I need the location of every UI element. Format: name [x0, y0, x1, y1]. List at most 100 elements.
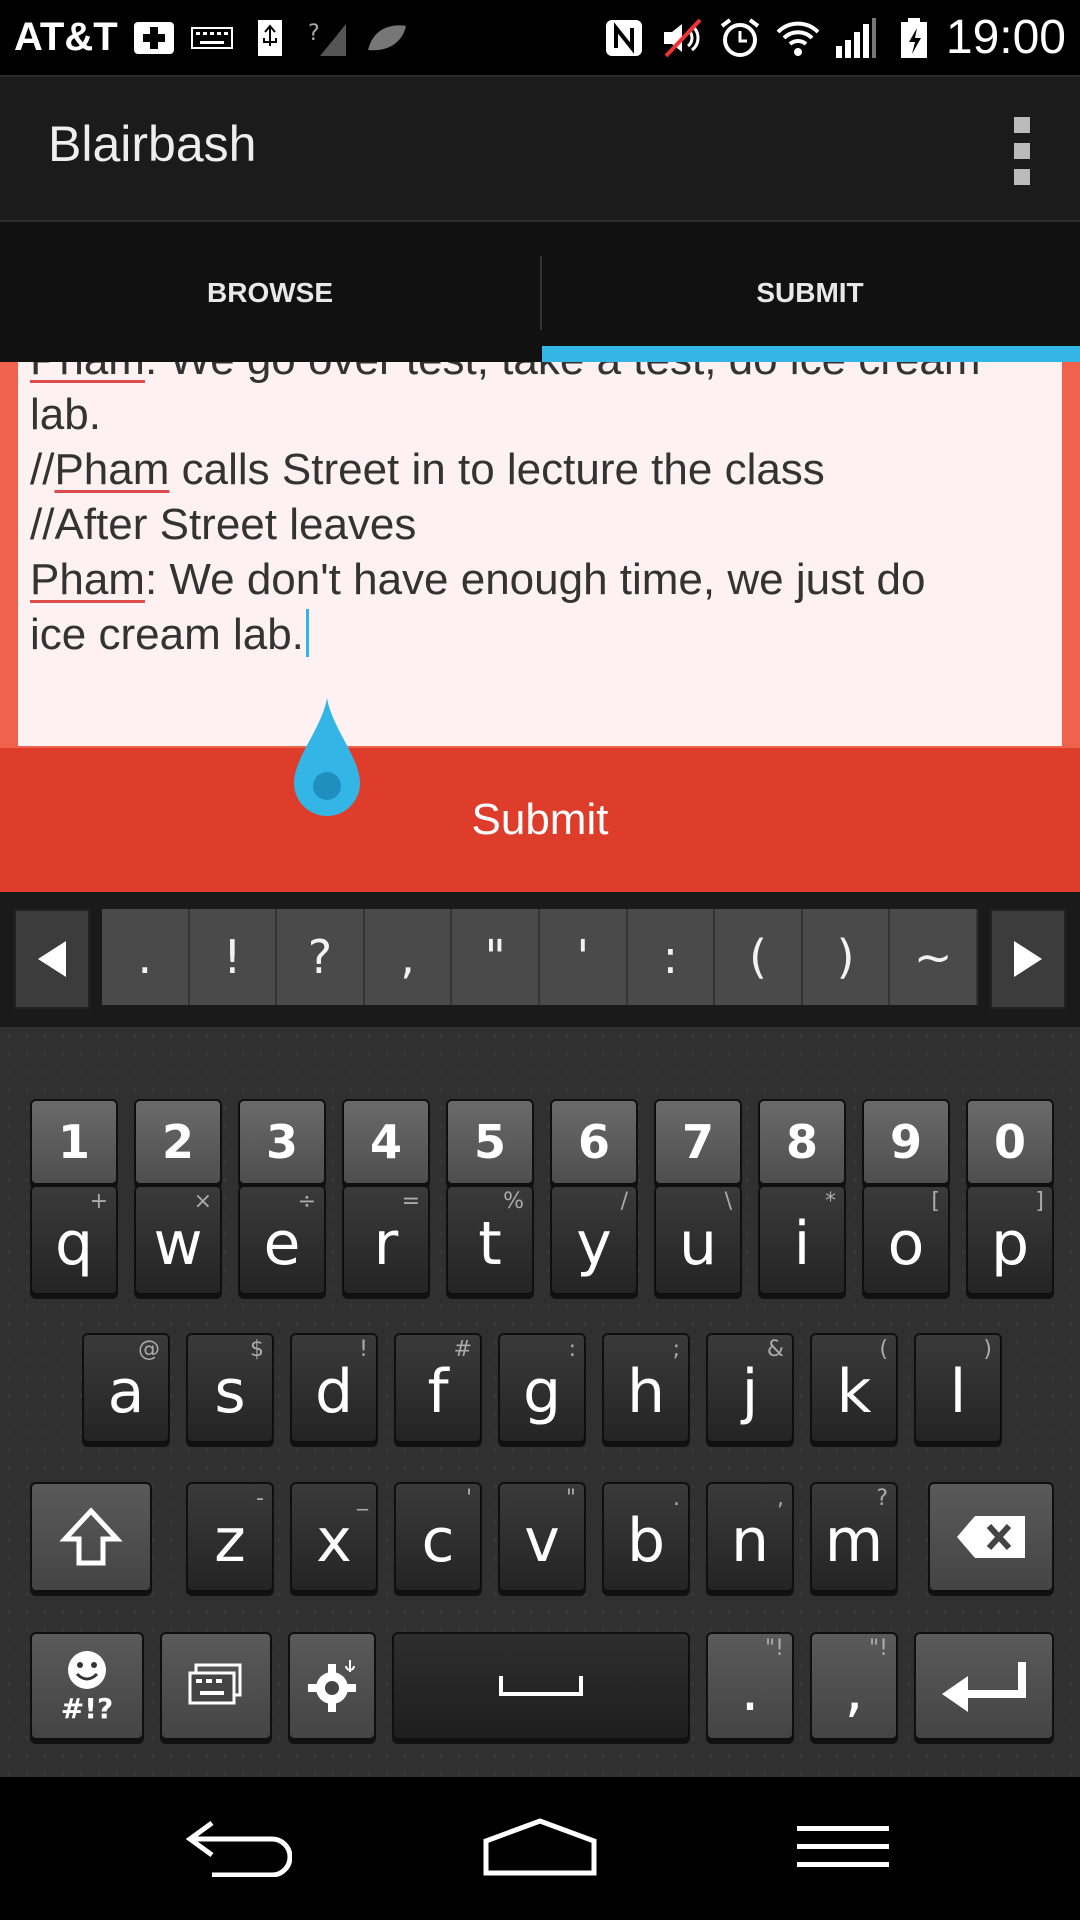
alt-character: "! [765, 1636, 784, 1661]
alt-character: $ [250, 1337, 264, 1362]
alt-character: = [401, 1189, 420, 1214]
alt-character: [ [931, 1189, 940, 1214]
editor-line: Pham: We go over test, take a test, do i… [30, 362, 1050, 387]
key-j[interactable]: & j [706, 1333, 794, 1443]
alt-character: / [620, 1189, 628, 1214]
key-g[interactable]: :g [498, 1333, 586, 1443]
emoji-symbols-key[interactable]: #!? [30, 1632, 144, 1740]
svg-text:?: ? [308, 21, 320, 46]
key-f[interactable]: # f [394, 1333, 482, 1443]
keyboard-switch-key[interactable] [160, 1632, 272, 1740]
number-key-0[interactable]: 0 [966, 1099, 1054, 1185]
key-o[interactable]: [o [862, 1185, 950, 1295]
comma-key[interactable]: "!, [810, 1632, 898, 1740]
key-d[interactable]: ! d [290, 1333, 378, 1443]
carrier-label: AT&T [14, 15, 118, 59]
key-m[interactable]: ? m [810, 1482, 898, 1592]
misspelled-word: Pham [54, 445, 170, 494]
key-n[interactable]: ,n [706, 1482, 794, 1592]
key-w[interactable]: × w [134, 1185, 222, 1295]
punctuation-key[interactable]: , [364, 909, 453, 1005]
key-p[interactable]: ] p [966, 1185, 1054, 1295]
key-b[interactable]: .b [602, 1482, 690, 1592]
key-u[interactable]: \ u [654, 1185, 742, 1295]
alt-character: ] [1035, 1189, 1044, 1214]
submit-button[interactable]: Submit [0, 748, 1080, 892]
key-label: f [427, 1357, 449, 1427]
enter-key[interactable] [914, 1632, 1054, 1740]
key-label: x [316, 1506, 352, 1576]
gear-icon [308, 1660, 356, 1712]
no-signal-icon: ? [306, 16, 350, 60]
key-k[interactable]: (k [810, 1333, 898, 1443]
period-key[interactable]: "!. [706, 1632, 794, 1740]
punctuation-key[interactable]: ) [802, 909, 891, 1005]
misspelled-word: Pham [30, 362, 145, 384]
alt-character: ) [983, 1337, 992, 1362]
number-key-8[interactable]: 8 [758, 1099, 846, 1185]
number-key-5[interactable]: 5 [446, 1099, 534, 1185]
menu-button[interactable] [783, 1807, 903, 1887]
key-e[interactable]: ÷ e [238, 1185, 326, 1295]
enter-arrow-icon [942, 1662, 1026, 1712]
key-c[interactable]: ' c [394, 1482, 482, 1592]
number-key-3[interactable]: 3 [238, 1099, 326, 1185]
key-label: u [678, 1209, 718, 1279]
punctuation-key[interactable]: ( [715, 909, 803, 1005]
text-cursor-handle[interactable] [292, 698, 362, 823]
key-a[interactable]: @ a [82, 1333, 170, 1443]
punctuation-key[interactable]: " [452, 909, 540, 1005]
key-t[interactable]: % t [446, 1185, 534, 1295]
key-s[interactable]: $ s [186, 1333, 274, 1443]
number-key-1[interactable]: 1 [30, 1099, 118, 1185]
alt-character: % [503, 1189, 524, 1214]
punctuation-key[interactable]: ? [277, 909, 365, 1005]
strip-scroll-left-button[interactable] [14, 909, 90, 1009]
key-h[interactable]: ; h [602, 1333, 690, 1443]
usb-icon [248, 16, 292, 60]
app-title: Blairbash [48, 116, 257, 172]
key-q[interactable]: + q [30, 1185, 118, 1295]
back-button[interactable] [177, 1807, 297, 1887]
key-label: w [153, 1209, 203, 1279]
alt-character: ? [876, 1486, 888, 1511]
home-button[interactable] [480, 1807, 600, 1887]
space-key[interactable] [392, 1632, 690, 1740]
punctuation-key[interactable]: : [627, 909, 716, 1005]
number-key-6[interactable]: 6 [550, 1099, 638, 1185]
key-l[interactable]: ) l [914, 1333, 1002, 1443]
key-r[interactable]: = r [342, 1185, 430, 1295]
number-key-9[interactable]: 9 [862, 1099, 950, 1185]
alt-character: : [568, 1337, 576, 1362]
tab-bar: BROWSE SUBMIT [0, 220, 1080, 364]
strip-scroll-right-button[interactable] [990, 909, 1066, 1009]
key-x[interactable]: _ x [290, 1482, 378, 1592]
alt-character: _ [357, 1486, 368, 1511]
key-y[interactable]: / y [550, 1185, 638, 1295]
punctuation-key[interactable]: . [102, 909, 190, 1005]
tab-browse[interactable]: BROWSE [0, 222, 540, 364]
punctuation-key[interactable]: ' [539, 909, 628, 1005]
punctuation-key[interactable]: ! [189, 909, 278, 1005]
key-v[interactable]: " v [498, 1482, 586, 1592]
alt-character: - [256, 1486, 264, 1511]
key-i[interactable]: * i [758, 1185, 846, 1295]
tab-submit[interactable]: SUBMIT [540, 222, 1080, 364]
key-z[interactable]: -z [186, 1482, 274, 1592]
shift-key[interactable] [30, 1482, 152, 1592]
number-key-7[interactable]: 7 [654, 1099, 742, 1185]
number-key-4[interactable]: 4 [342, 1099, 430, 1185]
backspace-key[interactable] [928, 1482, 1054, 1592]
key-label: h [626, 1357, 666, 1427]
alarm-icon [718, 16, 762, 60]
alt-character: "! [869, 1636, 888, 1661]
punctuation-key[interactable]: ~ [890, 909, 978, 1005]
alt-character: ; [672, 1337, 680, 1362]
key-label: j [741, 1357, 759, 1427]
text-segment: calls Street in to lecture the class [169, 445, 825, 494]
text-cursor [305, 609, 309, 657]
text-editor[interactable]: Pham: We go over test, take a test, do i… [18, 362, 1062, 746]
settings-key[interactable] [288, 1632, 376, 1740]
number-key-2[interactable]: 2 [134, 1099, 222, 1185]
overflow-menu-icon[interactable] [1012, 117, 1032, 187]
